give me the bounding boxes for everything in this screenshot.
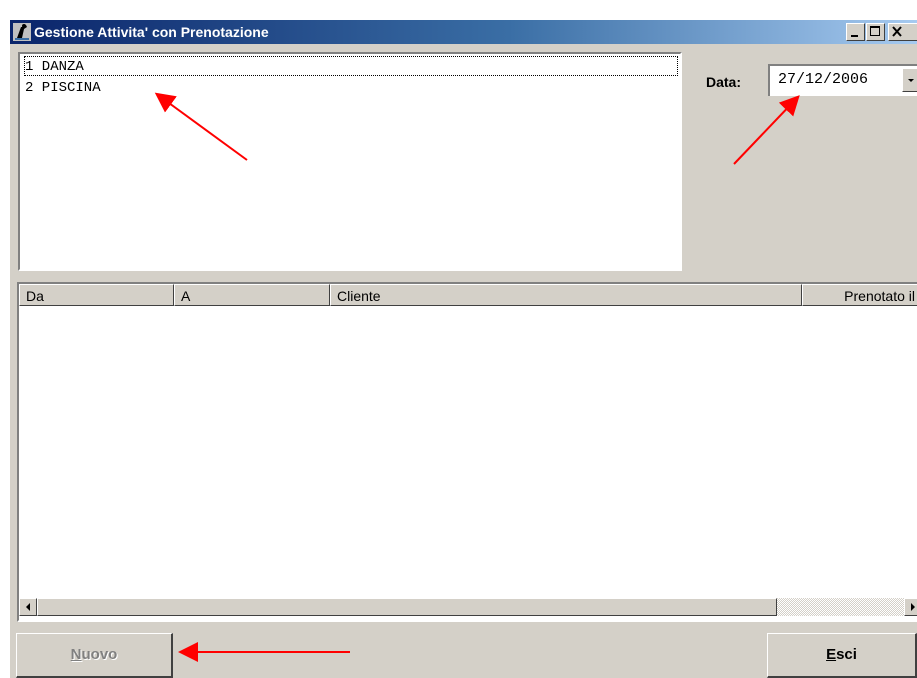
title-bar[interactable]: Gestione Attivita' con Prenotazione [10,20,917,44]
scroll-left-button[interactable] [19,598,37,616]
activity-list[interactable]: 1 DANZA 2 PISCINA [18,52,682,271]
scroll-track[interactable] [777,598,904,616]
column-header-a[interactable]: A [174,284,330,306]
arrow-left-icon [26,603,30,611]
close-icon [892,26,902,37]
new-button[interactable]: Nuovo [16,633,173,678]
arrow-right-icon [911,603,915,611]
chevron-down-icon [908,79,914,82]
column-header-cliente[interactable]: Cliente [330,284,802,306]
exit-button-label: sci [836,646,857,663]
new-button-label: uovo [81,646,118,663]
date-dropdown-button[interactable] [902,68,917,92]
exit-button-mnemonic: E [826,646,837,663]
date-value[interactable]: 27/12/2006 [778,71,868,88]
app-icon [13,23,31,41]
booking-grid[interactable]: Da A Cliente Prenotato il [17,282,917,622]
main-window: Gestione Attivita' con Prenotazione 1 DA… [10,20,917,678]
date-label: Data: [706,74,742,90]
grid-header: Da A Cliente Prenotato il [19,284,917,306]
column-header-prenotato[interactable]: Prenotato il [802,284,917,306]
list-item[interactable]: 1 DANZA [24,56,678,76]
column-header-da[interactable]: Da [19,284,174,306]
horizontal-scrollbar[interactable] [19,598,917,616]
list-item[interactable]: 2 PISCINA [25,78,101,98]
scroll-right-button[interactable] [904,598,917,616]
date-picker[interactable]: 27/12/2006 [768,64,917,96]
new-button-mnemonic: N [70,646,82,663]
close-button[interactable] [888,23,917,41]
minimize-icon [851,35,858,37]
exit-button[interactable]: Esci [767,633,917,678]
maximize-button[interactable] [866,23,885,41]
scroll-thumb[interactable] [37,598,777,616]
maximize-icon [870,26,880,36]
window-title: Gestione Attivita' con Prenotazione [34,24,269,40]
minimize-button[interactable] [846,23,865,41]
